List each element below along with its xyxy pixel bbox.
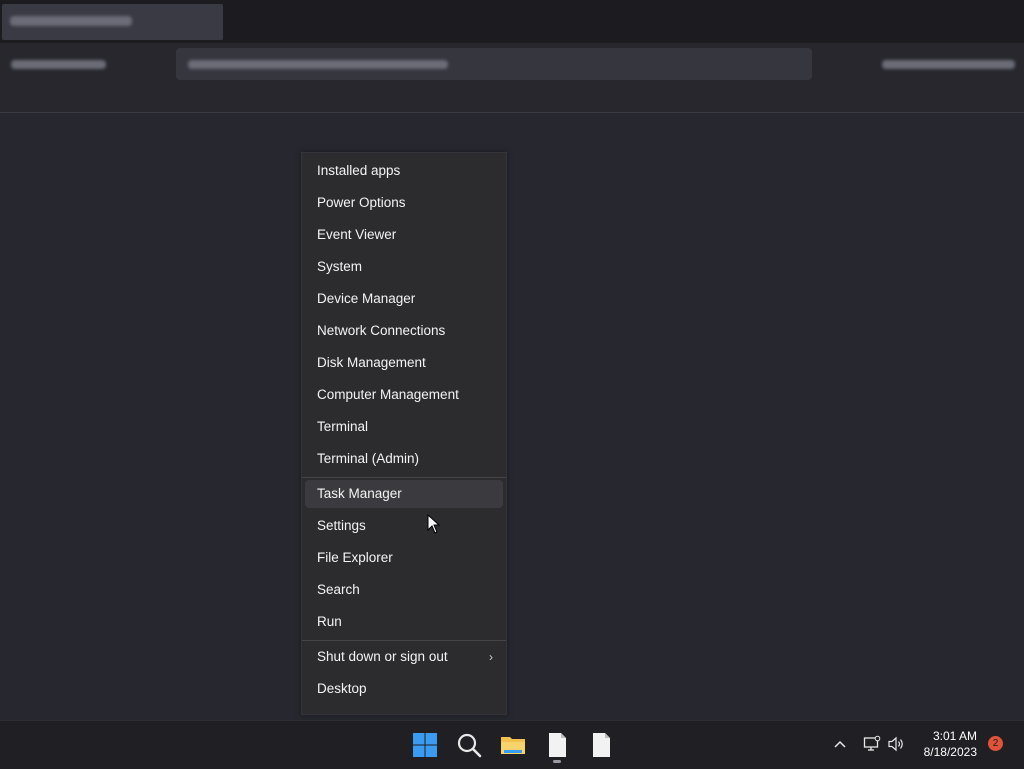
menu-item-run[interactable]: Run [305, 608, 503, 636]
taskbar: 3:01 AM 8/18/2023 [0, 720, 1024, 769]
menu-item-system[interactable]: System [305, 253, 503, 281]
menu-item-file-explorer[interactable]: File Explorer [305, 544, 503, 572]
menu-item-task-manager[interactable]: Task Manager [305, 480, 503, 508]
document-icon[interactable] [587, 731, 615, 759]
menu-item-computer-management[interactable]: Computer Management [305, 381, 503, 409]
active-app-indicator [553, 760, 561, 763]
volume-icon[interactable] [887, 735, 905, 753]
chevron-right-icon: › [489, 650, 493, 664]
quick-link-menu: Installed apps Power Options Event Viewe… [301, 152, 507, 715]
menu-item-label: Run [317, 614, 342, 629]
menu-item-label: Computer Management [317, 387, 459, 402]
menu-item-label: Device Manager [317, 291, 416, 306]
menu-item-device-manager[interactable]: Device Manager [305, 285, 503, 313]
blurred-toolbar-label [11, 60, 106, 69]
menu-item-label: Terminal (Admin) [317, 451, 420, 466]
menu-separator [302, 640, 506, 641]
address-bar[interactable] [176, 48, 812, 80]
menu-item-label: File Explorer [317, 550, 393, 565]
menu-item-search[interactable]: Search [305, 576, 503, 604]
menu-item-label: Task Manager [317, 486, 402, 501]
file-explorer-icon[interactable] [499, 731, 527, 759]
menu-item-event-viewer[interactable]: Event Viewer [305, 221, 503, 249]
menu-item-label: Desktop [317, 681, 367, 696]
menu-item-label: Terminal [317, 419, 369, 434]
window-tab[interactable] [2, 4, 223, 40]
menu-item-label: Settings [317, 518, 366, 533]
search-icon[interactable] [455, 731, 483, 759]
network-icon[interactable] [863, 735, 881, 753]
menu-item-label: System [317, 259, 363, 274]
blurred-address-text [188, 60, 448, 69]
menu-item-settings[interactable]: Settings [305, 512, 503, 540]
menu-item-label: Power Options [317, 195, 406, 210]
window-toolbar [0, 43, 1024, 113]
menu-item-installed-apps[interactable]: Installed apps [305, 157, 503, 185]
menu-item-label: Shut down or sign out [317, 649, 448, 664]
windows-start-icon[interactable] [411, 731, 439, 759]
menu-item-label: Disk Management [317, 355, 426, 370]
menu-item-power-options[interactable]: Power Options [305, 189, 503, 217]
mouse-pointer-icon [427, 514, 441, 534]
blurred-toolbar-right [882, 60, 1015, 69]
clock-time: 3:01 AM [932, 729, 977, 743]
clock-date: 8/18/2023 [923, 745, 977, 759]
menu-item-terminal[interactable]: Terminal [305, 413, 503, 441]
menu-item-label: Installed apps [317, 163, 401, 178]
menu-item-label: Search [317, 582, 360, 597]
menu-item-shut-down-or-sign-out[interactable]: Shut down or sign out › [305, 643, 503, 671]
menu-item-label: Network Connections [317, 323, 446, 338]
system-clock[interactable]: 3:01 AM 8/18/2023 [924, 728, 977, 760]
menu-item-network-connections[interactable]: Network Connections [305, 317, 503, 345]
chevron-up-icon[interactable] [833, 737, 847, 751]
menu-item-label: Event Viewer [317, 227, 397, 242]
menu-separator [302, 477, 506, 478]
blurred-tab-title [10, 16, 132, 26]
notification-badge[interactable]: 2 [988, 736, 1003, 751]
document-icon[interactable] [543, 731, 571, 759]
window-titlebar [0, 0, 1024, 43]
menu-item-disk-management[interactable]: Disk Management [305, 349, 503, 377]
menu-item-terminal-admin[interactable]: Terminal (Admin) [305, 445, 503, 473]
menu-item-desktop[interactable]: Desktop [305, 675, 503, 703]
